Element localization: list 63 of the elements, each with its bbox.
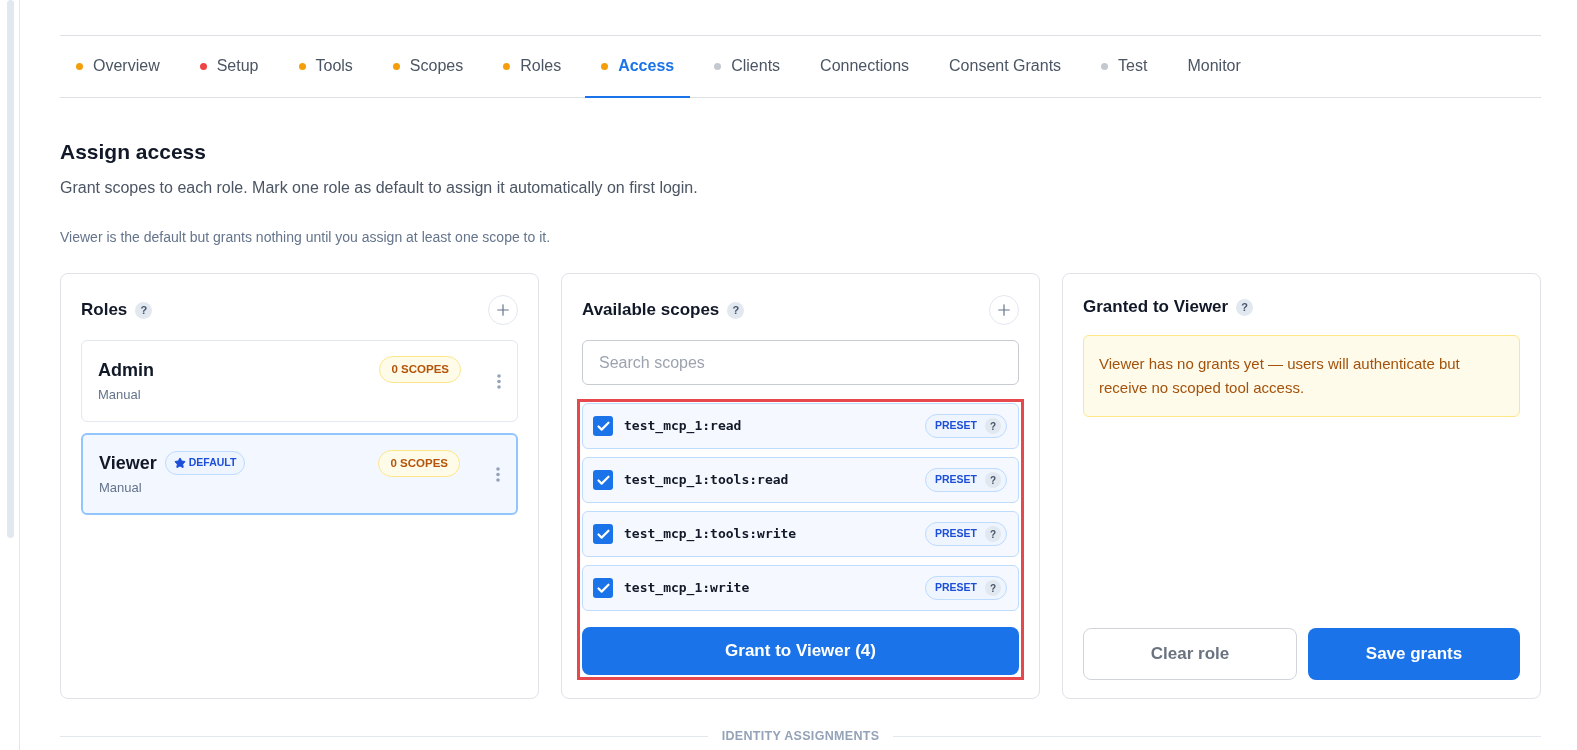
scope-row[interactable]: test_mcp_1:tools:write PRESET ?: [582, 511, 1019, 557]
help-button[interactable]: ?: [727, 301, 745, 319]
scope-name: test_mcp_1:read: [624, 417, 742, 436]
kebab-icon: [496, 466, 500, 482]
help-button[interactable]: ?: [985, 580, 1001, 596]
tag-label: PRESET: [935, 418, 977, 434]
checkbox[interactable]: [593, 524, 613, 544]
save-button[interactable]: Save grants: [1308, 628, 1520, 680]
add-role-button[interactable]: [488, 295, 518, 325]
tab[interactable]: Overview: [60, 36, 176, 98]
tab[interactable]: Consent Grants: [933, 36, 1078, 98]
help-button[interactable]: ?: [135, 301, 153, 319]
checkbox[interactable]: [593, 470, 613, 490]
tab[interactable]: Access: [585, 36, 691, 98]
grant-button[interactable]: Grant to Viewer (4): [582, 627, 1019, 675]
tag-label: PRESET: [935, 526, 977, 542]
role-card[interactable]: Admin Manual 0 SCOPES: [81, 340, 518, 422]
tab[interactable]: Clients: [698, 36, 797, 98]
default-role-note: Viewer is the default but grants nothing until you assign at least one scope to it.: [60, 228, 552, 247]
scope-name: test_mcp_1:write: [624, 579, 750, 598]
help-button[interactable]: ?: [985, 526, 1001, 542]
role-source: Manual: [98, 385, 142, 404]
panel-title: Roles: [81, 299, 128, 322]
plus-icon: [494, 301, 512, 319]
role-source: Manual: [99, 478, 143, 497]
checkbox[interactable]: [593, 578, 613, 598]
tab[interactable]: Monitor: [1171, 36, 1257, 98]
role-name: Admin: [98, 358, 154, 382]
role-name: Viewer: [99, 451, 157, 475]
kebab-icon: [497, 373, 501, 389]
tab[interactable]: Tools: [282, 36, 369, 98]
role-card[interactable]: Viewer DEFAULT Manual 0 SCOPES: [81, 433, 518, 515]
section-divider-label: IDENTITY ASSIGNMENTS: [721, 728, 880, 745]
checkbox[interactable]: [593, 416, 613, 436]
clear-button[interactable]: Clear role: [1083, 628, 1297, 680]
warning-notice: Viewer has no grants yet — users will authenticate but receive no scoped tool access.: [1083, 335, 1520, 417]
scope-name: test_mcp_1:tools:read: [624, 471, 789, 490]
tab[interactable]: Scopes: [376, 36, 480, 98]
tab[interactable]: Connections: [804, 36, 926, 98]
search-field[interactable]: Search scopes: [582, 340, 1019, 385]
add-scope-button[interactable]: [989, 295, 1019, 325]
scope-row[interactable]: test_mcp_1:write PRESET ?: [582, 565, 1019, 611]
scope-row[interactable]: test_mcp_1:tools:read PRESET ?: [582, 457, 1019, 503]
help-button[interactable]: ?: [1236, 298, 1254, 316]
scope-name: test_mcp_1:tools:write: [624, 525, 797, 544]
tab[interactable]: Roles: [487, 36, 578, 98]
tab[interactable]: Setup: [183, 36, 275, 98]
tag-label: PRESET: [935, 580, 977, 596]
page-subtitle: Grant scopes to each role. Mark one role as default to assign it automatically on first login.: [60, 178, 699, 198]
page-title: Assign access: [60, 139, 207, 165]
tag-label: PRESET: [935, 472, 977, 488]
tab[interactable]: Test: [1085, 36, 1164, 98]
default-label: DEFAULT: [188, 454, 237, 470]
scope-count-badge: 0 SCOPES: [379, 356, 461, 383]
help-button[interactable]: ?: [985, 472, 1001, 488]
panel-title: Available scopes: [582, 299, 720, 322]
plus-icon: [995, 301, 1013, 319]
panel-title: Granted to Viewer: [1083, 296, 1229, 319]
scope-row[interactable]: test_mcp_1:read PRESET ?: [582, 403, 1019, 449]
star-icon: [173, 456, 186, 469]
help-button[interactable]: ?: [985, 418, 1001, 434]
scrollbar-thumb[interactable]: [7, 0, 14, 538]
scope-count-badge: 0 SCOPES: [378, 450, 460, 477]
